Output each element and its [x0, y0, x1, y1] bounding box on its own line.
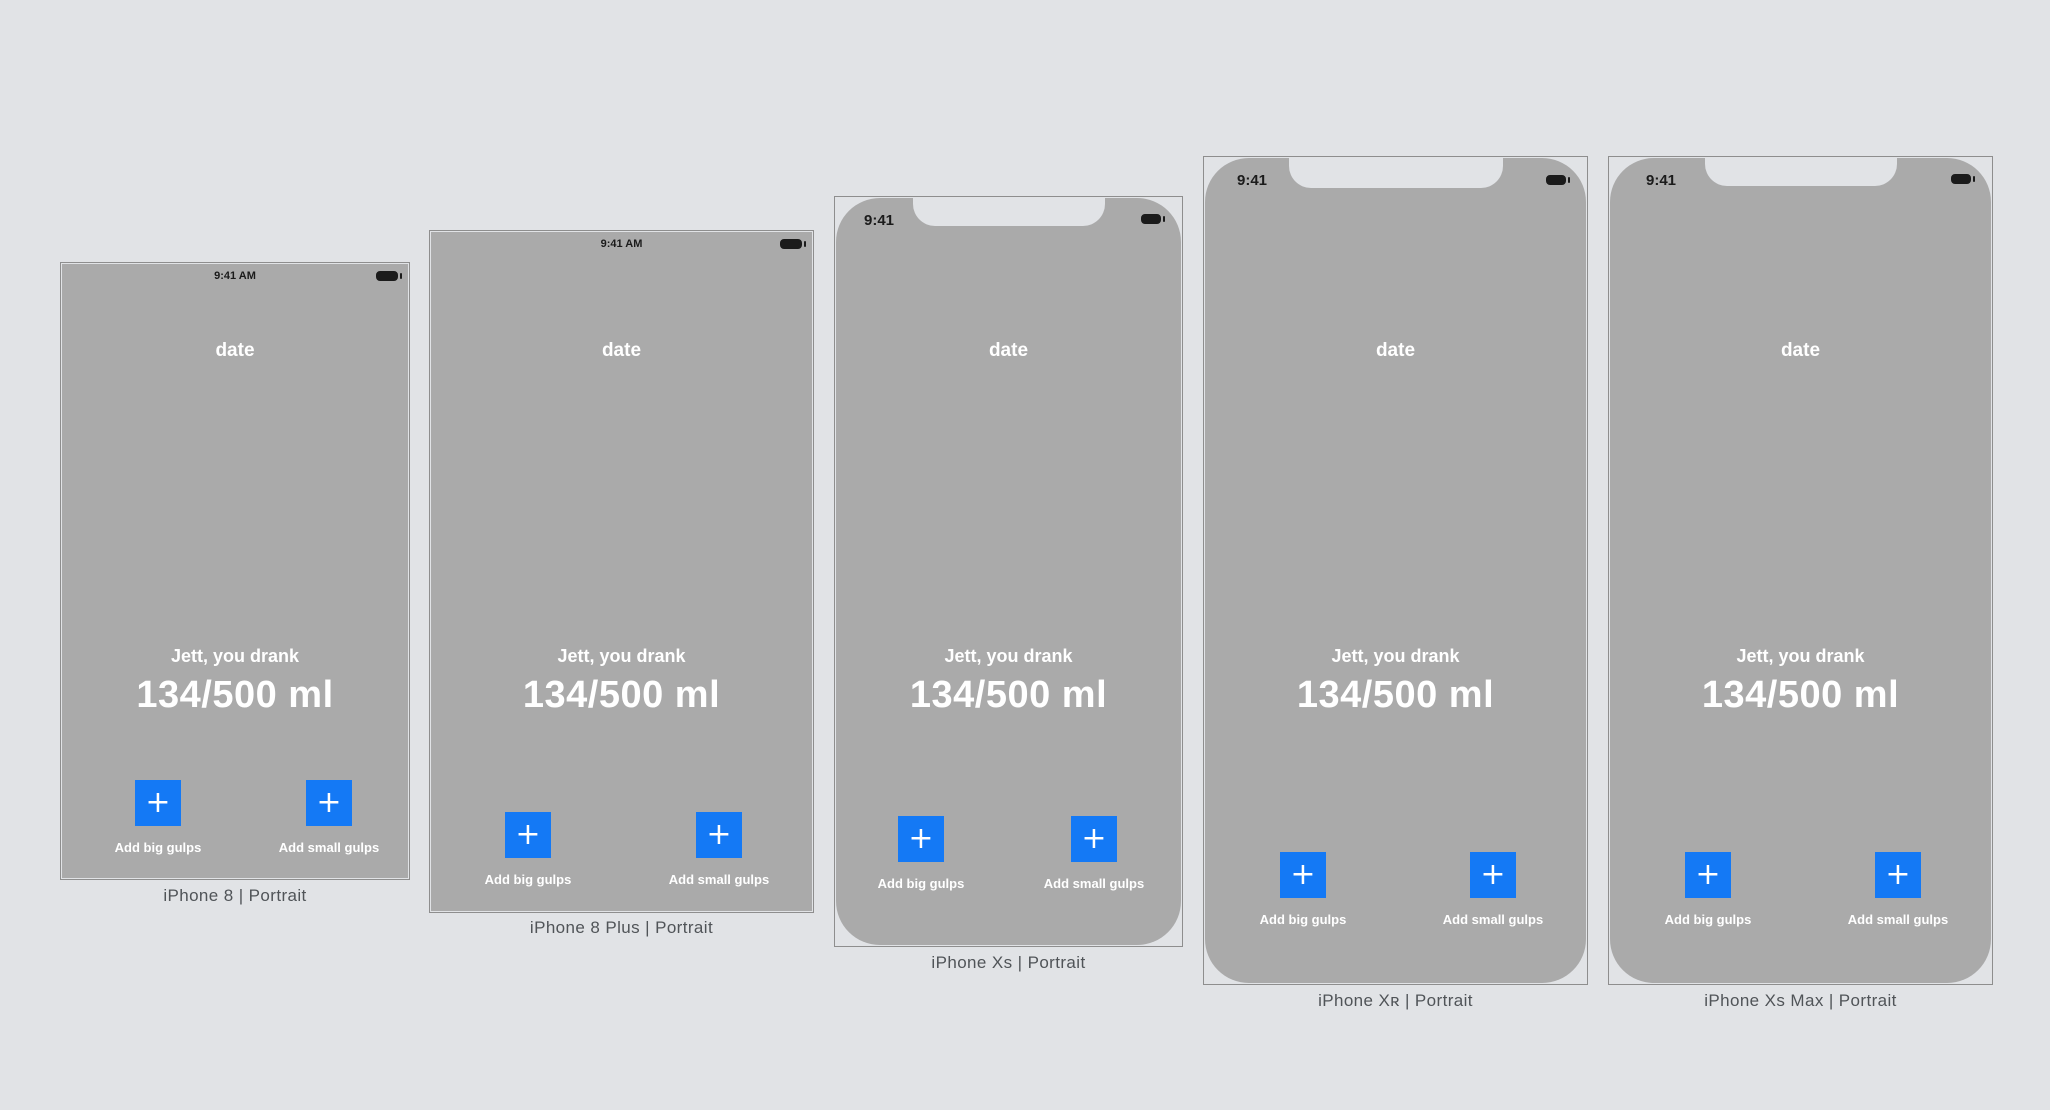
- plus-icon: +: [706, 817, 732, 852]
- add-small-gulps-button[interactable]: +: [1470, 852, 1516, 898]
- device-caption: iPhone 8 Plus | Portrait: [529, 918, 714, 937]
- drank-label: Jett, you drank: [557, 646, 686, 666]
- device-caption: iPhone 8 | Portrait: [163, 886, 307, 905]
- device-iphone-8[interactable]: 9:41 AM date Jett, you drank 134/500 ml …: [60, 262, 410, 880]
- add-big-gulps-label: Add big gulps: [484, 872, 572, 887]
- device-screen: 9:41 AM date Jett, you drank 134/500 ml …: [62, 264, 408, 878]
- device-screen: 9:41 date Jett, you drank 134/500 ml + A…: [1610, 158, 1991, 983]
- add-big-gulps-label: Add big gulps: [877, 876, 965, 891]
- battery-icon: [376, 271, 398, 281]
- date-label: date: [1780, 340, 1821, 361]
- device-screen: 9:41 date Jett, you drank 134/500 ml + A…: [836, 198, 1181, 945]
- plus-icon: +: [515, 817, 541, 852]
- add-big-gulps-group: + Add big gulps: [458, 812, 598, 887]
- date-label: date: [215, 340, 255, 361]
- amount-label: 134/500 ml: [136, 674, 334, 716]
- drank-label: Jett, you drank: [1736, 646, 1865, 666]
- add-small-gulps-group: + Add small gulps: [1828, 852, 1968, 927]
- device-caption: iPhone Xs Max | Portrait: [1704, 991, 1897, 1010]
- add-small-gulps-label: Add small gulps: [1442, 912, 1544, 927]
- drank-label: Jett, you drank: [1331, 646, 1460, 666]
- plus-icon: +: [1480, 857, 1506, 892]
- add-small-gulps-button[interactable]: +: [1071, 816, 1117, 862]
- add-small-gulps-group: + Add small gulps: [259, 780, 399, 855]
- add-big-gulps-label: Add big gulps: [1664, 912, 1752, 927]
- plus-icon: +: [908, 821, 934, 856]
- add-big-gulps-group: + Add big gulps: [851, 816, 991, 891]
- add-small-gulps-group: + Add small gulps: [1423, 852, 1563, 927]
- add-big-gulps-button[interactable]: +: [1280, 852, 1326, 898]
- status-time: 9:41: [1646, 172, 1677, 189]
- plus-icon: +: [1885, 857, 1911, 892]
- date-label: date: [988, 340, 1029, 361]
- plus-icon: +: [1695, 857, 1721, 892]
- storyboard-canvas: 9:41 AM date Jett, you drank 134/500 ml …: [0, 0, 2050, 1110]
- plus-icon: +: [145, 785, 171, 820]
- device-caption: iPhone Xs | Portrait: [931, 953, 1086, 972]
- battery-icon: [1951, 174, 1971, 184]
- add-small-gulps-button[interactable]: +: [1875, 852, 1921, 898]
- device-iphone-xs-max[interactable]: 9:41 date Jett, you drank 134/500 ml + A…: [1608, 156, 1993, 985]
- device-iphone-8-plus[interactable]: 9:41 AM date Jett, you drank 134/500 ml …: [429, 230, 814, 913]
- sensor-notch: [912, 198, 1105, 226]
- sensor-notch: [1288, 158, 1503, 188]
- device-caption: iPhone Xʀ | Portrait: [1318, 991, 1473, 1010]
- status-time: 9:41: [1237, 172, 1268, 189]
- add-big-gulps-label: Add big gulps: [1259, 912, 1347, 927]
- battery-icon: [1141, 214, 1161, 224]
- add-big-gulps-button[interactable]: +: [135, 780, 181, 826]
- status-time: 9:41 AM: [600, 238, 643, 250]
- battery-icon: [780, 239, 802, 249]
- add-small-gulps-label: Add small gulps: [278, 840, 380, 855]
- device-screen: 9:41 AM date Jett, you drank 134/500 ml …: [431, 232, 812, 911]
- amount-label: 134/500 ml: [909, 674, 1108, 716]
- drank-label: Jett, you drank: [170, 646, 300, 666]
- device-iphone-xs[interactable]: 9:41 date Jett, you drank 134/500 ml + A…: [834, 196, 1183, 947]
- add-big-gulps-group: + Add big gulps: [1233, 852, 1373, 927]
- add-big-gulps-group: + Add big gulps: [1638, 852, 1778, 927]
- add-small-gulps-label: Add small gulps: [1043, 876, 1145, 891]
- add-big-gulps-button[interactable]: +: [1685, 852, 1731, 898]
- add-big-gulps-button[interactable]: +: [898, 816, 944, 862]
- amount-label: 134/500 ml: [522, 674, 721, 716]
- status-time: 9:41 AM: [214, 270, 256, 282]
- sensor-notch: [1704, 158, 1897, 186]
- add-small-gulps-button[interactable]: +: [696, 812, 742, 858]
- plus-icon: +: [316, 785, 342, 820]
- add-small-gulps-label: Add small gulps: [668, 872, 770, 887]
- plus-icon: +: [1290, 857, 1316, 892]
- add-big-gulps-group: + Add big gulps: [88, 780, 228, 855]
- add-small-gulps-group: + Add small gulps: [649, 812, 789, 887]
- status-time: 9:41: [864, 212, 895, 229]
- add-small-gulps-button[interactable]: +: [306, 780, 352, 826]
- add-small-gulps-group: + Add small gulps: [1024, 816, 1164, 891]
- battery-icon: [1546, 175, 1566, 185]
- date-label: date: [601, 340, 642, 361]
- amount-label: 134/500 ml: [1296, 674, 1495, 716]
- plus-icon: +: [1081, 821, 1107, 856]
- drank-label: Jett, you drank: [944, 646, 1073, 666]
- device-screen: 9:41 date Jett, you drank 134/500 ml + A…: [1205, 158, 1586, 983]
- date-label: date: [1375, 340, 1416, 361]
- add-small-gulps-label: Add small gulps: [1847, 912, 1949, 927]
- device-iphone-xr[interactable]: 9:41 date Jett, you drank 134/500 ml + A…: [1203, 156, 1588, 985]
- add-big-gulps-label: Add big gulps: [114, 840, 202, 855]
- amount-label: 134/500 ml: [1701, 674, 1900, 716]
- add-big-gulps-button[interactable]: +: [505, 812, 551, 858]
